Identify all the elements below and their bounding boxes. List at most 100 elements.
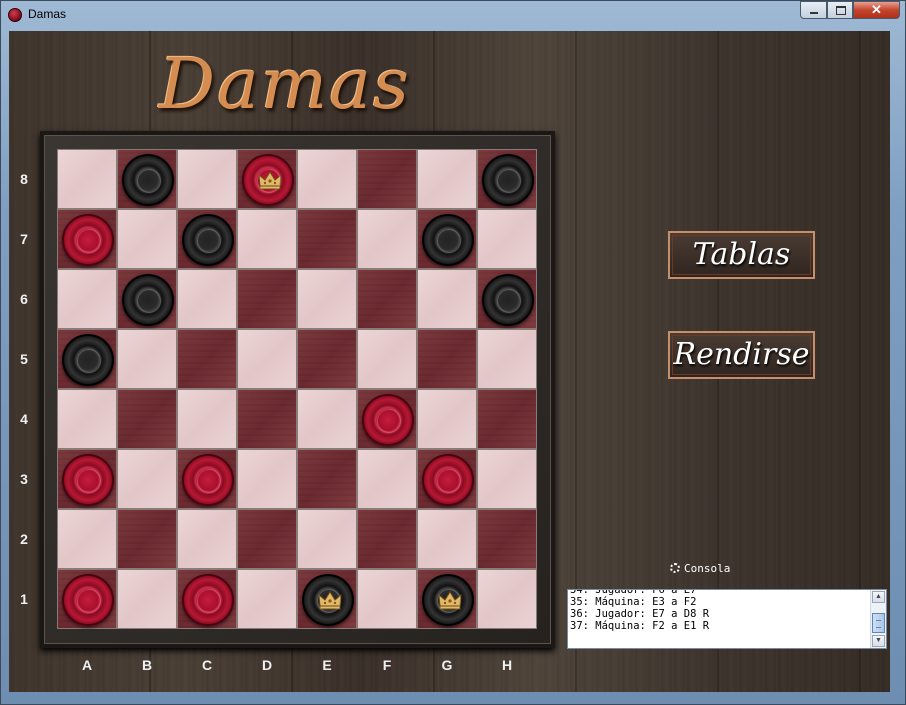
rank-label: 6 bbox=[20, 291, 28, 307]
square-C7[interactable] bbox=[177, 209, 237, 269]
square-A8[interactable] bbox=[57, 149, 117, 209]
square-C2[interactable] bbox=[177, 509, 237, 569]
square-A7[interactable] bbox=[57, 209, 117, 269]
square-B3[interactable] bbox=[117, 449, 177, 509]
square-G3[interactable] bbox=[417, 449, 477, 509]
square-E8[interactable] bbox=[297, 149, 357, 209]
square-G5[interactable] bbox=[417, 329, 477, 389]
square-D5[interactable] bbox=[237, 329, 297, 389]
square-E6[interactable] bbox=[297, 269, 357, 329]
square-A4[interactable] bbox=[57, 389, 117, 449]
square-F5[interactable] bbox=[357, 329, 417, 389]
black-piece[interactable] bbox=[182, 214, 234, 266]
black-piece[interactable] bbox=[482, 274, 534, 326]
square-B1[interactable] bbox=[117, 569, 177, 629]
square-G6[interactable] bbox=[417, 269, 477, 329]
red-piece[interactable] bbox=[62, 454, 114, 506]
file-label: C bbox=[201, 657, 213, 673]
square-E4[interactable] bbox=[297, 389, 357, 449]
square-H5[interactable] bbox=[477, 329, 537, 389]
scroll-up-icon[interactable]: ▲ bbox=[872, 591, 885, 603]
square-C6[interactable] bbox=[177, 269, 237, 329]
red-king-piece[interactable] bbox=[242, 154, 294, 206]
square-H4[interactable] bbox=[477, 389, 537, 449]
square-F1[interactable] bbox=[357, 569, 417, 629]
scroll-thumb[interactable] bbox=[872, 613, 885, 633]
console-line: 37: Máquina: F2 a E1 R bbox=[570, 620, 710, 632]
square-B6[interactable] bbox=[117, 269, 177, 329]
square-H7[interactable] bbox=[477, 209, 537, 269]
square-G4[interactable] bbox=[417, 389, 477, 449]
square-G7[interactable] bbox=[417, 209, 477, 269]
square-H1[interactable] bbox=[477, 569, 537, 629]
square-C8[interactable] bbox=[177, 149, 237, 209]
square-E5[interactable] bbox=[297, 329, 357, 389]
checkers-board[interactable] bbox=[57, 149, 537, 629]
square-H2[interactable] bbox=[477, 509, 537, 569]
square-B5[interactable] bbox=[117, 329, 177, 389]
square-F3[interactable] bbox=[357, 449, 417, 509]
black-king-piece[interactable] bbox=[302, 574, 354, 626]
red-piece[interactable] bbox=[62, 214, 114, 266]
red-piece[interactable] bbox=[422, 454, 474, 506]
square-H8[interactable] bbox=[477, 149, 537, 209]
square-B4[interactable] bbox=[117, 389, 177, 449]
black-piece[interactable] bbox=[122, 274, 174, 326]
black-piece[interactable] bbox=[62, 334, 114, 386]
square-C4[interactable] bbox=[177, 389, 237, 449]
black-king-piece[interactable] bbox=[422, 574, 474, 626]
square-F2[interactable] bbox=[357, 509, 417, 569]
square-B8[interactable] bbox=[117, 149, 177, 209]
black-piece[interactable] bbox=[422, 214, 474, 266]
console-toggle[interactable]: Consola bbox=[670, 562, 730, 575]
square-G1[interactable] bbox=[417, 569, 477, 629]
maximize-button[interactable] bbox=[827, 1, 853, 19]
resign-button[interactable]: Rendirse bbox=[668, 331, 815, 379]
black-piece[interactable] bbox=[482, 154, 534, 206]
square-B7[interactable] bbox=[117, 209, 177, 269]
square-C1[interactable] bbox=[177, 569, 237, 629]
square-G8[interactable] bbox=[417, 149, 477, 209]
red-piece[interactable] bbox=[182, 574, 234, 626]
title-bar[interactable]: Damas ✕ bbox=[1, 1, 905, 29]
square-D3[interactable] bbox=[237, 449, 297, 509]
square-D7[interactable] bbox=[237, 209, 297, 269]
scroll-down-icon[interactable]: ▼ bbox=[872, 635, 885, 647]
square-G2[interactable] bbox=[417, 509, 477, 569]
square-E3[interactable] bbox=[297, 449, 357, 509]
red-piece[interactable] bbox=[362, 394, 414, 446]
file-label: B bbox=[141, 657, 153, 673]
square-B2[interactable] bbox=[117, 509, 177, 569]
square-C3[interactable] bbox=[177, 449, 237, 509]
draw-button-label: Tablas bbox=[692, 237, 791, 272]
square-D2[interactable] bbox=[237, 509, 297, 569]
square-F6[interactable] bbox=[357, 269, 417, 329]
draw-button[interactable]: Tablas bbox=[668, 231, 815, 279]
square-D4[interactable] bbox=[237, 389, 297, 449]
red-piece[interactable] bbox=[182, 454, 234, 506]
square-H6[interactable] bbox=[477, 269, 537, 329]
square-A5[interactable] bbox=[57, 329, 117, 389]
square-F8[interactable] bbox=[357, 149, 417, 209]
black-piece[interactable] bbox=[122, 154, 174, 206]
square-A6[interactable] bbox=[57, 269, 117, 329]
square-C5[interactable] bbox=[177, 329, 237, 389]
square-E7[interactable] bbox=[297, 209, 357, 269]
square-D1[interactable] bbox=[237, 569, 297, 629]
square-F4[interactable] bbox=[357, 389, 417, 449]
square-A3[interactable] bbox=[57, 449, 117, 509]
square-E2[interactable] bbox=[297, 509, 357, 569]
rank-label: 3 bbox=[20, 471, 28, 487]
red-piece[interactable] bbox=[62, 574, 114, 626]
close-button[interactable]: ✕ bbox=[853, 1, 900, 19]
console-log[interactable]: 34: Jugador: F6 a E7 35: Máquina: E3 a F2… bbox=[567, 589, 887, 649]
minimize-button[interactable] bbox=[800, 1, 827, 19]
square-D8[interactable] bbox=[237, 149, 297, 209]
square-A2[interactable] bbox=[57, 509, 117, 569]
square-H3[interactable] bbox=[477, 449, 537, 509]
square-E1[interactable] bbox=[297, 569, 357, 629]
console-scrollbar[interactable]: ▲ ▼ bbox=[870, 590, 886, 648]
square-F7[interactable] bbox=[357, 209, 417, 269]
square-D6[interactable] bbox=[237, 269, 297, 329]
square-A1[interactable] bbox=[57, 569, 117, 629]
